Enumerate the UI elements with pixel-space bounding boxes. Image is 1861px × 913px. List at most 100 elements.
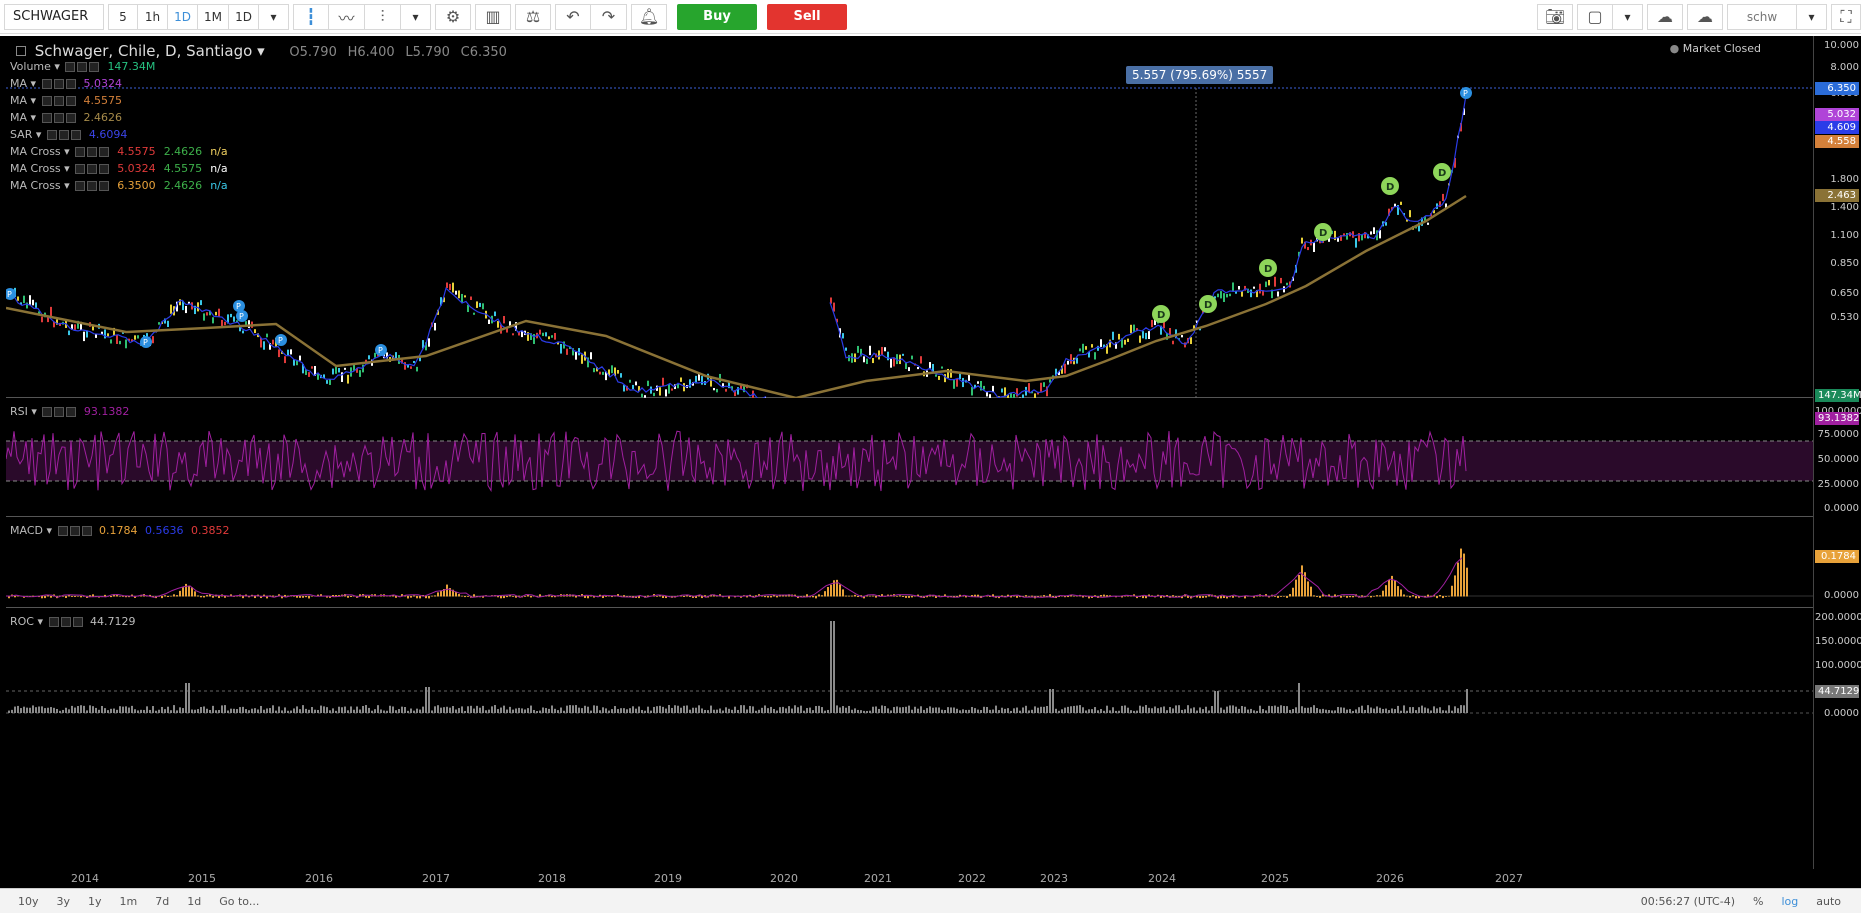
indicator-control-icon[interactable] bbox=[99, 181, 110, 191]
chart-type-dropdown[interactable]: ▾ bbox=[401, 3, 431, 30]
range-10y[interactable]: 10y bbox=[18, 895, 39, 908]
time-axis[interactable]: 2014 2015 2016 2017 2018 2019 2020 2021 2022 2023… bbox=[6, 869, 1813, 888]
chevron-down-icon[interactable]: ▾ bbox=[32, 128, 45, 141]
indicator-value: 5.0324 bbox=[83, 77, 123, 90]
auto-toggle[interactable]: auto bbox=[1816, 895, 1841, 908]
indicator-control-icon[interactable] bbox=[75, 147, 86, 157]
goto-button[interactable]: Go to... bbox=[219, 895, 259, 908]
interval-1h[interactable]: 1h bbox=[138, 3, 168, 30]
macd-bar bbox=[776, 596, 778, 598]
chart-title-row: Schwager, Chile, D, Santiago ▾ O5.790 H6… bbox=[16, 42, 507, 60]
buy-button[interactable]: Buy bbox=[677, 3, 757, 30]
indicator-name[interactable]: SAR bbox=[10, 128, 32, 141]
macd-bar bbox=[770, 596, 772, 598]
indicator-control-icon[interactable] bbox=[53, 113, 64, 123]
indicator-control-icon[interactable] bbox=[65, 62, 76, 72]
log-toggle[interactable]: log bbox=[1781, 895, 1798, 908]
chevron-down-icon[interactable]: ▾ bbox=[51, 60, 64, 73]
user-menu[interactable]: schw bbox=[1727, 3, 1797, 30]
cloud-save-button[interactable]: ☁ bbox=[1687, 3, 1723, 30]
interval-5[interactable]: 5 bbox=[108, 3, 138, 30]
user-dropdown[interactable]: ▾ bbox=[1797, 3, 1827, 30]
indicator-control-icon[interactable] bbox=[89, 62, 100, 72]
range-3y[interactable]: 3y bbox=[57, 895, 71, 908]
indicator-name[interactable]: MA Cross bbox=[10, 145, 61, 158]
chevron-down-icon[interactable]: ▾ bbox=[61, 179, 74, 192]
indicator-name[interactable]: MA Cross bbox=[10, 162, 61, 175]
indicator-control-icon[interactable] bbox=[41, 96, 52, 106]
chevron-down-icon[interactable]: ▾ bbox=[61, 162, 74, 175]
indicator-control-icon[interactable] bbox=[75, 181, 86, 191]
roc-bar bbox=[1301, 706, 1303, 713]
fullscreen-button[interactable]: ⛶ bbox=[1831, 3, 1861, 30]
indicator-control-icon[interactable] bbox=[75, 164, 86, 174]
indicator-control-icon[interactable] bbox=[99, 164, 110, 174]
layout-button[interactable]: ▢ bbox=[1577, 3, 1613, 30]
symbol-input[interactable]: SCHWAGER bbox=[4, 3, 104, 30]
sell-button[interactable]: Sell bbox=[767, 3, 847, 30]
alert-button[interactable]: 🔔︎ bbox=[631, 3, 667, 30]
settings-button[interactable]: ⚙ bbox=[435, 3, 471, 30]
roc-name[interactable]: ROC bbox=[10, 615, 34, 628]
chart-title[interactable]: Schwager, Chile, D, Santiago bbox=[35, 42, 253, 60]
indicator-control-icon[interactable] bbox=[65, 79, 76, 89]
chevron-down-icon[interactable]: ▾ bbox=[27, 94, 40, 107]
indicator-control-icon[interactable] bbox=[65, 96, 76, 106]
indicator-control-icon[interactable] bbox=[41, 79, 52, 89]
main-price-pane[interactable]: PPPPPPPDDDDDD Schwager, Chile, D, Santia… bbox=[6, 36, 1813, 398]
indicator-name[interactable]: MA bbox=[10, 77, 27, 90]
interval-custom[interactable]: 1D bbox=[229, 3, 259, 30]
compare-button[interactable]: ⚖ bbox=[515, 3, 551, 30]
indicator-name[interactable]: MA bbox=[10, 94, 27, 107]
range-1d[interactable]: 1d bbox=[187, 895, 201, 908]
range-1m[interactable]: 1m bbox=[120, 895, 138, 908]
chevron-down-icon[interactable]: ▾ bbox=[27, 111, 40, 124]
chevron-down-icon[interactable]: ▾ bbox=[257, 42, 265, 60]
candles-button[interactable]: ┇ bbox=[293, 3, 329, 30]
range-7d[interactable]: 7d bbox=[155, 895, 169, 908]
indicator-control-icon[interactable] bbox=[99, 147, 110, 157]
indicator-control-icon[interactable] bbox=[87, 181, 98, 191]
indicator-control-icon[interactable] bbox=[53, 79, 64, 89]
indicator-control-icon[interactable] bbox=[58, 130, 69, 140]
roc-bar bbox=[896, 706, 898, 713]
indicator-control-icon[interactable] bbox=[77, 62, 88, 72]
chevron-down-icon[interactable]: ▾ bbox=[37, 615, 43, 628]
chevron-down-icon[interactable]: ▾ bbox=[61, 145, 74, 158]
indicator-control-icon[interactable] bbox=[87, 164, 98, 174]
macd-name[interactable]: MACD bbox=[10, 524, 43, 537]
range-1y[interactable]: 1y bbox=[88, 895, 102, 908]
price-axis[interactable]: 10.0008.0006.0004.0003.0001.8001.4001.10… bbox=[1813, 36, 1861, 869]
interval-dropdown[interactable]: ▾ bbox=[259, 3, 289, 30]
cloud-load-button[interactable]: ☁ bbox=[1647, 3, 1683, 30]
percent-toggle[interactable]: % bbox=[1753, 895, 1763, 908]
indicator-name[interactable]: Volume bbox=[10, 60, 51, 73]
chevron-down-icon[interactable]: ▾ bbox=[46, 524, 52, 537]
collapse-icon[interactable] bbox=[16, 46, 26, 56]
layout-dropdown[interactable]: ▾ bbox=[1613, 3, 1643, 30]
rsi-name[interactable]: RSI bbox=[10, 405, 28, 418]
redo-button[interactable]: ↷ bbox=[591, 3, 627, 30]
interval-1m[interactable]: 1M bbox=[198, 3, 229, 30]
chevron-down-icon[interactable]: ▾ bbox=[31, 405, 37, 418]
macd-pane[interactable]: MACD ▾ 0.1784 0.5636 0.3852 bbox=[6, 518, 1813, 608]
chart-area[interactable]: PPPPPPPDDDDDD Schwager, Chile, D, Santia… bbox=[0, 36, 1861, 888]
roc-bar bbox=[680, 707, 682, 713]
indicator-control-icon[interactable] bbox=[65, 113, 76, 123]
interval-1d[interactable]: 1D bbox=[168, 3, 198, 30]
indicator-control-icon[interactable] bbox=[70, 130, 81, 140]
indicators-button[interactable]: ⫶ bbox=[365, 3, 401, 30]
indicator-control-icon[interactable] bbox=[41, 113, 52, 123]
indicator-control-icon[interactable] bbox=[87, 147, 98, 157]
indicator-control-icon[interactable] bbox=[46, 130, 57, 140]
snapshot-button[interactable]: 📷︎ bbox=[1537, 3, 1573, 30]
rsi-pane[interactable]: RSI ▾ 93.1382 bbox=[6, 399, 1813, 517]
undo-button[interactable]: ↶ bbox=[555, 3, 591, 30]
line-chart-button[interactable]: 〰 bbox=[329, 3, 365, 30]
indicator-name[interactable]: MA Cross bbox=[10, 179, 61, 192]
roc-pane[interactable]: ROC ▾ 44.7129 bbox=[6, 609, 1813, 742]
chevron-down-icon[interactable]: ▾ bbox=[27, 77, 40, 90]
indicator-name[interactable]: MA bbox=[10, 111, 27, 124]
studies-button[interactable]: ▥ bbox=[475, 3, 511, 30]
indicator-control-icon[interactable] bbox=[53, 96, 64, 106]
